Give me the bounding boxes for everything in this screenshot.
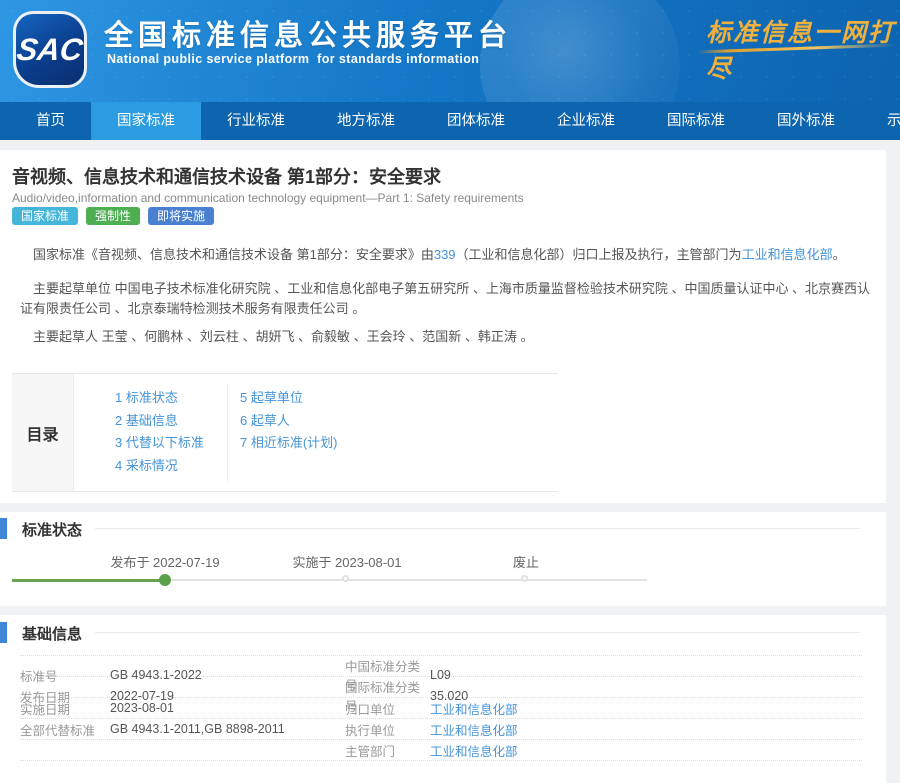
standard-title-cn: 音视频、信息技术和通信技术设备 第1部分：安全要求 <box>12 163 441 189</box>
section-accent-bar <box>0 518 7 539</box>
platform-title-en: National public service platform for sta… <box>107 52 479 66</box>
field-value: 2023-08-01 <box>110 701 345 715</box>
toc-link[interactable]: 3 代替以下标准 <box>115 435 204 450</box>
nav-item-demonstration-pilot[interactable]: 示范试点 <box>861 102 900 140</box>
section-separator <box>0 606 900 615</box>
section-title-status: 标准状态 <box>22 519 82 540</box>
site-header: SAC 全国标准信息公共服务平台 National public service… <box>0 0 900 102</box>
nav-item-international-standard[interactable]: 国际标准 <box>641 102 751 140</box>
section-rule <box>95 632 860 633</box>
timeline-dot-done <box>159 574 171 586</box>
intro-paragraph-1: 国家标准《音视频、信息技术和通信技术设备 第1部分：安全要求》由339（工业和信… <box>20 245 872 265</box>
toc-link[interactable]: 2 基础信息 <box>115 413 178 428</box>
timeline-dot-pending <box>342 575 349 582</box>
sac-logo-text: SAC <box>15 32 86 68</box>
page: SAC 全国标准信息公共服务平台 National public service… <box>0 0 900 783</box>
section-header-status: 标准状态 <box>0 518 886 540</box>
timeline-progress <box>12 579 165 582</box>
toc-label: 目录 <box>12 374 74 491</box>
field-label: 执行单位 <box>345 720 430 739</box>
p1-text-mid: （工业和信息化部）归口上报及执行，主管部门为 <box>456 247 742 262</box>
section-header-basic: 基础信息 <box>0 622 886 644</box>
badge-national-standard: 国家标准 <box>12 207 78 225</box>
field-value: L09 <box>430 668 862 682</box>
content-card: 音视频、信息技术和通信技术设备 第1部分：安全要求 Audio/video,in… <box>0 150 886 783</box>
basic-info-table: 标准号GB 4943.1-2022中国标准分类号L09发布日期2022-07-1… <box>20 655 862 761</box>
toc-link[interactable]: 5 起草单位 <box>240 390 303 405</box>
status-timeline: 发布于 2022-07-19 实施于 2023-08-01 废止 <box>12 550 662 595</box>
table-row: 实施日期2023-08-01归口单位工业和信息化部 <box>20 698 862 719</box>
p1-text: 国家标准《音视频、信息技术和通信技术设备 第1部分：安全要求》由 <box>33 247 434 262</box>
badge-group: 国家标准强制性即将实施 <box>12 207 214 225</box>
p1-text-end: 。 <box>833 247 846 262</box>
toc-column-2: 5 起草单位 6 起草人 7 相近标准(计划) <box>240 387 338 455</box>
field-value: GB 4943.1-2022 <box>110 668 345 682</box>
nav-item-enterprise-standard[interactable]: 企业标准 <box>531 102 641 140</box>
nav-item-home[interactable]: 首页 <box>10 102 91 140</box>
toc-link[interactable]: 7 相近标准(计划) <box>240 435 338 450</box>
standard-title-en: Audio/video,information and communicatio… <box>12 191 524 205</box>
field-value: 工业和信息化部 <box>430 741 862 760</box>
field-value-link[interactable]: 工业和信息化部 <box>430 745 518 759</box>
field-value: GB 4943.1-2011,GB 8898-2011 <box>110 722 345 736</box>
toc-column-1: 1 标准状态 2 基础信息 3 代替以下标准 4 采标情况 <box>115 387 204 477</box>
field-label: 实施日期 <box>20 699 110 718</box>
nav-item-national-standard[interactable]: 国家标准 <box>91 102 201 140</box>
field-label: 归口单位 <box>345 699 430 718</box>
badge-mandatory: 强制性 <box>86 207 140 225</box>
timeline-dot-pending <box>521 575 528 582</box>
field-value: 工业和信息化部 <box>430 720 862 739</box>
toc-box: 目录 1 标准状态 2 基础信息 3 代替以下标准 4 采标情况 5 起草单位 6 起草… <box>12 373 558 492</box>
badge-upcoming-implementation: 即将实施 <box>148 207 214 225</box>
field-label: 全部代替标准 <box>20 720 110 739</box>
section-separator <box>0 503 900 512</box>
table-row: 全部代替标准GB 4943.1-2011,GB 8898-2011执行单位工业和… <box>20 719 862 740</box>
toc-divider <box>227 384 228 483</box>
intro-paragraph-3: 主要起草人 王莹 、何鹏林 、刘云柱 、胡妍飞 、俞毅敏 、王会玲 、范国新 、… <box>20 327 872 347</box>
field-label: 标准号 <box>20 666 110 685</box>
toc-link[interactable]: 1 标准状态 <box>115 390 178 405</box>
section-rule <box>95 528 860 529</box>
field-value: 工业和信息化部 <box>430 699 862 718</box>
field-value-link[interactable]: 工业和信息化部 <box>430 703 518 717</box>
toc-link[interactable]: 6 起草人 <box>240 413 290 428</box>
field-value-link[interactable]: 工业和信息化部 <box>430 724 518 738</box>
platform-title-cn: 全国标准信息公共服务平台 <box>104 12 512 54</box>
timeline-label: 实施于 2023-08-01 <box>292 552 401 571</box>
toc-link[interactable]: 4 采标情况 <box>115 458 178 473</box>
timeline-label: 废止 <box>513 552 539 571</box>
section-title-basic: 基础信息 <box>22 623 82 644</box>
field-label: 主管部门 <box>345 741 430 760</box>
nav-item-local-standard[interactable]: 地方标准 <box>311 102 421 140</box>
section-accent-bar <box>0 622 7 643</box>
nav-item-foreign-standard[interactable]: 国外标准 <box>751 102 861 140</box>
link-339[interactable]: 339 <box>434 247 456 262</box>
intro-paragraph-2: 主要起草单位 中国电子技术标准化研究院 、工业和信息化部电子第五研究所 、上海市… <box>20 279 872 319</box>
table-row: 主管部门工业和信息化部 <box>20 740 862 761</box>
timeline-label: 发布于 2022-07-19 <box>110 552 219 571</box>
nav-item-industry-standard[interactable]: 行业标准 <box>201 102 311 140</box>
main-nav: 首页国家标准行业标准地方标准团体标准企业标准国际标准国外标准示范试点技术委员会 <box>0 102 900 140</box>
link-ministry[interactable]: 工业和信息化部 <box>742 247 833 262</box>
table-row: 标准号GB 4943.1-2022中国标准分类号L09 <box>20 656 862 677</box>
sac-logo[interactable]: SAC <box>13 11 87 88</box>
nav-item-group-standard[interactable]: 团体标准 <box>421 102 531 140</box>
